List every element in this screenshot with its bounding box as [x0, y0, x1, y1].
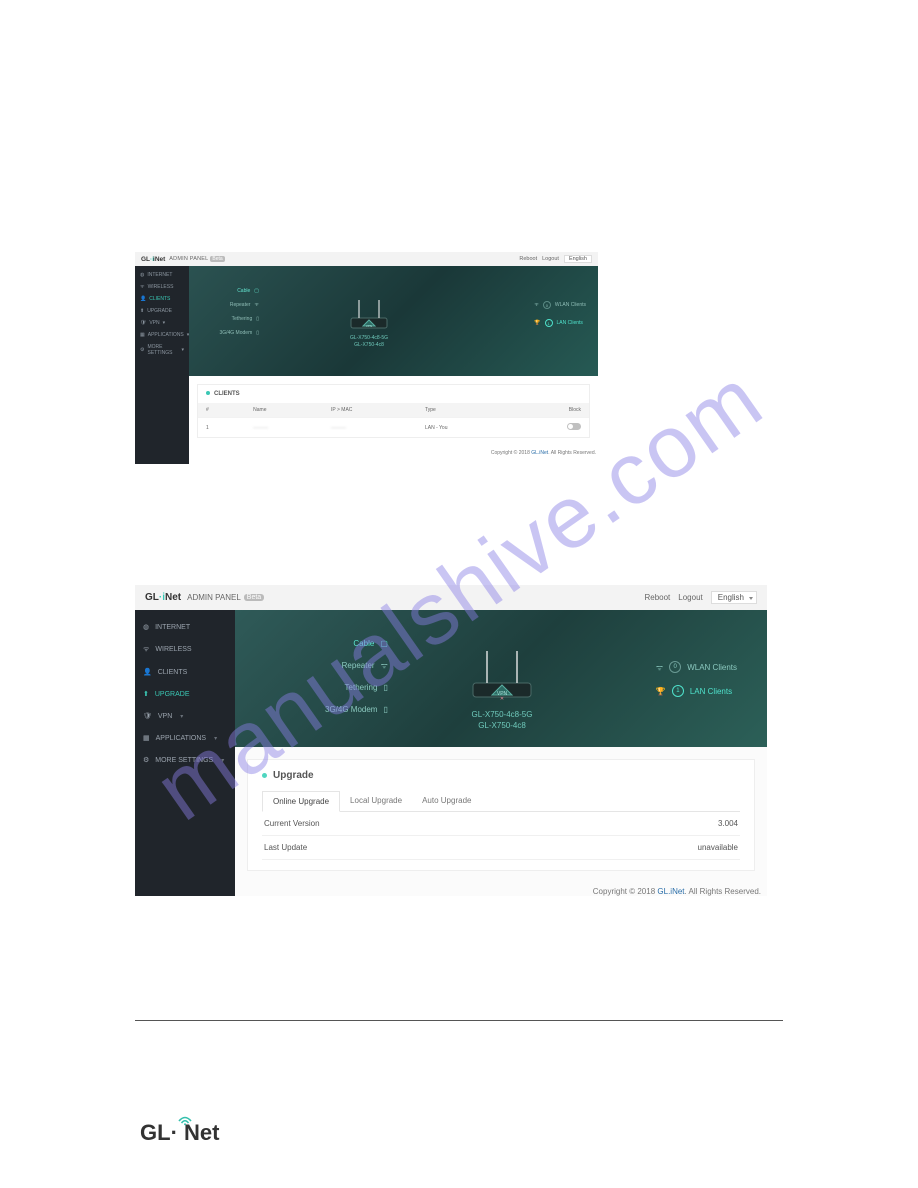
sidebar-item-vpn[interactable]: 🛡VPN▾ — [135, 705, 235, 727]
sidebar-item-wireless[interactable]: ᯤWIRELESS — [135, 281, 189, 293]
wifi-icon: ᯤ — [143, 645, 149, 654]
up-icon: ⬆ — [140, 308, 144, 314]
globe-icon: ◍ — [140, 272, 144, 278]
cable-icon: ▢ — [380, 639, 388, 648]
gear-icon: ⚙ — [143, 756, 149, 764]
wifi-icon: ᯤ — [534, 302, 539, 308]
upgrade-card: Upgrade Online Upgrade Local Upgrade Aut… — [247, 759, 755, 871]
wifi-icon: ᯤ — [656, 662, 663, 673]
connection-list: Cable▢ Repeaterᯤ Tethering▯ 3G/4G Modem▯ — [199, 284, 259, 340]
svg-text:VPN: VPN — [366, 324, 372, 328]
user-icon: 👤 — [140, 296, 146, 302]
table-header-row: # Name IP > MAC Type Block — [198, 403, 589, 418]
shield-icon: 🛡 — [143, 712, 152, 720]
clients-card: CLIENTS # Name IP > MAC Type Block 1 ——— — [197, 384, 590, 438]
footer-copyright: Copyright © 2018 GL.iNet. All Rights Res… — [235, 883, 767, 896]
grid-icon: ▦ — [140, 332, 145, 338]
wifi-icon: ᯤ — [381, 660, 388, 671]
tab-local-upgrade[interactable]: Local Upgrade — [340, 791, 412, 811]
logout-link[interactable]: Logout — [678, 593, 702, 602]
connection-list: Cable▢ Repeaterᯤ Tethering▯ 3G/4G Modem▯ — [325, 632, 388, 720]
table-row: 1 ——— ——— LAN - You — [198, 418, 589, 438]
client-counts: ᯤ0WLAN Clients 🏆1LAN Clients — [534, 296, 586, 332]
router-ssid-2g: GL-X750-4c8 — [457, 720, 547, 731]
trophy-icon: 🏆 — [534, 320, 540, 326]
sidebar-item-upgrade[interactable]: ⬆UPGRADE — [135, 683, 235, 705]
cable-icon: ▢ — [254, 284, 259, 298]
brand-logo: GL·iNet — [145, 592, 181, 603]
sidebar-item-internet[interactable]: ◍INTERNET — [135, 616, 235, 638]
wifi-icon: ᯤ — [254, 298, 259, 312]
page-footer-logo: GL·iNet — [140, 1120, 219, 1146]
client-counts: ᯤ0WLAN Clients 🏆1LAN Clients — [656, 655, 737, 703]
gear-icon: ⚙ — [140, 347, 144, 353]
sidebar-item-more-settings[interactable]: ⚙MORE SETTINGS▾ — [135, 749, 235, 771]
usb-icon: ▯ — [256, 326, 259, 340]
screenshot-clients-panel: GL·iiNet ADMIN PANEL Beta Reboot Logout … — [135, 252, 598, 478]
reboot-link[interactable]: Reboot — [519, 256, 537, 262]
chevron-down-icon: ▾ — [180, 713, 183, 720]
sidebar-item-more-settings[interactable]: ⚙MORE SETTINGS▾ — [135, 341, 189, 359]
usb-icon: ▯ — [383, 705, 387, 714]
reboot-link[interactable]: Reboot — [644, 593, 670, 602]
block-toggle[interactable] — [567, 423, 581, 430]
router-graphic: VPN ✕ GL-X750-4c8-5G GL-X750-4c8 — [457, 645, 547, 731]
chevron-down-icon: ▾ — [181, 347, 184, 353]
footer-copyright: Copyright © 2018 GL.iNet. All Rights Res… — [189, 446, 598, 456]
admin-panel-label: ADMIN PANEL — [169, 256, 208, 262]
shield-icon: 🛡 — [140, 320, 146, 326]
beta-badge: Beta — [244, 594, 264, 601]
sidebar-item-clients[interactable]: 👤CLIENTS — [135, 661, 235, 683]
brand-logo: GL·iiNet — [141, 256, 165, 263]
clients-table: # Name IP > MAC Type Block 1 ——— ——— LAN… — [198, 403, 589, 437]
phone-icon: ▯ — [383, 683, 387, 692]
router-ssid-2g: GL-X750-4c8 — [339, 342, 399, 349]
language-select[interactable]: English — [711, 591, 757, 604]
top-bar: GL·iNet ADMIN PANEL Beta Reboot Logout E… — [135, 585, 767, 610]
info-row-last-update: Last Update unavailable — [262, 836, 740, 860]
chevron-down-icon: ▾ — [163, 320, 166, 326]
user-icon: 👤 — [143, 668, 152, 676]
network-diagram: Cable▢ Repeaterᯤ Tethering▯ 3G/4G Modem▯… — [189, 266, 598, 376]
globe-icon: ◍ — [143, 623, 149, 631]
sidebar: ◍INTERNET ᯤWIRELESS 👤CLIENTS ⬆UPGRADE 🛡V… — [135, 266, 189, 464]
sidebar-item-wireless[interactable]: ᯤWIRELESS — [135, 638, 235, 661]
network-diagram: Cable▢ Repeaterᯤ Tethering▯ 3G/4G Modem▯… — [235, 610, 767, 747]
page-divider — [135, 1020, 783, 1021]
info-row-current-version: Current Version 3.004 — [262, 812, 740, 836]
card-title: CLIENTS — [198, 385, 589, 403]
sidebar-item-internet[interactable]: ◍INTERNET — [135, 269, 189, 281]
chevron-down-icon: ▾ — [221, 757, 224, 764]
card-title: Upgrade — [262, 770, 740, 781]
beta-badge: Beta — [210, 256, 224, 262]
wifi-icon: ᯤ — [140, 284, 145, 290]
sidebar-item-applications[interactable]: ▦APPLICATIONS▾ — [135, 329, 189, 341]
grid-icon: ▦ — [143, 734, 150, 742]
up-icon: ⬆ — [143, 690, 149, 698]
language-select[interactable]: English — [564, 255, 592, 263]
top-bar: GL·iiNet ADMIN PANEL Beta Reboot Logout … — [135, 252, 598, 266]
router-ssid-5g: GL-X750-4c8-5G — [457, 709, 547, 720]
sidebar-item-upgrade[interactable]: ⬆UPGRADE — [135, 305, 189, 317]
svg-text:✕: ✕ — [500, 696, 504, 702]
sidebar-item-clients[interactable]: 👤CLIENTS — [135, 293, 189, 305]
admin-panel-label: ADMIN PANEL — [187, 593, 241, 602]
sidebar-item-vpn[interactable]: 🛡VPN▾ — [135, 317, 189, 329]
sidebar-item-applications[interactable]: ▦APPLICATIONS▾ — [135, 727, 235, 749]
chevron-down-icon: ▾ — [214, 735, 217, 742]
phone-icon: ▯ — [256, 312, 259, 326]
logout-link[interactable]: Logout — [542, 256, 559, 262]
screenshot-upgrade-panel: GL·iNet ADMIN PANEL Beta Reboot Logout E… — [135, 585, 767, 918]
router-graphic: VPN GL-X750-4c8-5G GL-X750-4c8 — [339, 296, 399, 348]
upgrade-tabs: Online Upgrade Local Upgrade Auto Upgrad… — [262, 791, 740, 812]
tab-online-upgrade[interactable]: Online Upgrade — [262, 791, 340, 812]
sidebar: ◍INTERNET ᯤWIRELESS 👤CLIENTS ⬆UPGRADE 🛡V… — [135, 610, 235, 896]
tab-auto-upgrade[interactable]: Auto Upgrade — [412, 791, 481, 811]
trophy-icon: 🏆 — [656, 687, 666, 696]
